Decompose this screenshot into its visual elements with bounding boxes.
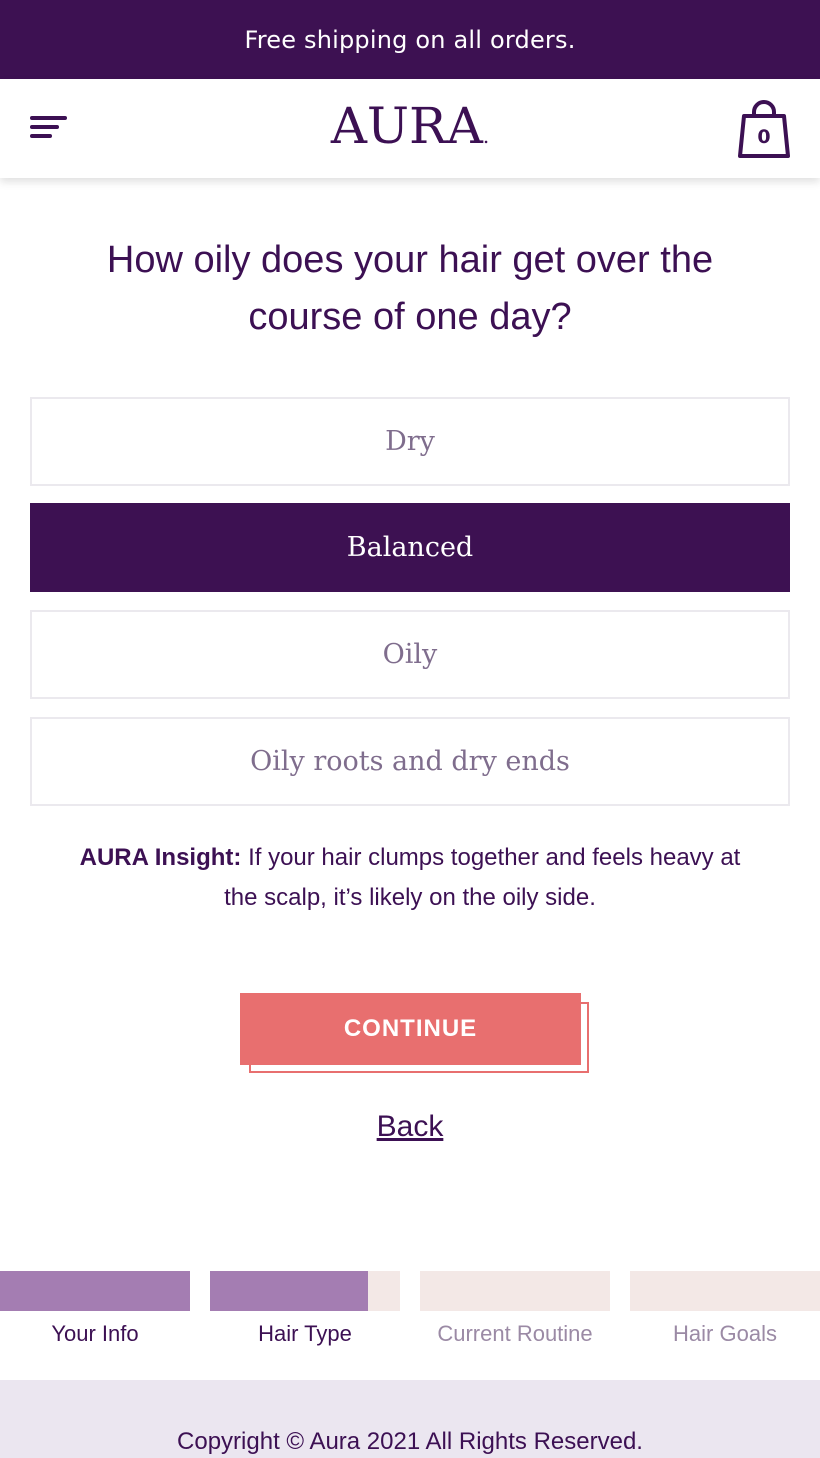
logo-text: AURA	[330, 97, 483, 155]
option-balanced[interactable]: Balanced	[30, 503, 790, 592]
copyright-text: Copyright © Aura 2021 All Rights Reserve…	[177, 1428, 643, 1455]
cart-count-badge: 0	[757, 126, 771, 148]
progress-label-hair-type: Hair Type	[258, 1321, 352, 1346]
option-label: Balanced	[346, 532, 474, 563]
option-oily-roots-dry-ends[interactable]: Oily roots and dry ends	[30, 717, 790, 806]
site-footer: Copyright © Aura 2021 All Rights Reserve…	[0, 1380, 820, 1458]
progress-label-your-info: Your Info	[51, 1321, 139, 1346]
insight-body: If your hair clumps together and feels h…	[224, 844, 741, 911]
site-header: AURA. 0	[0, 79, 820, 178]
progress-label-current-routine: Current Routine	[437, 1321, 593, 1346]
insight-text: AURA Insight: If your hair clumps togeth…	[60, 838, 760, 918]
logo-dot: .	[482, 124, 490, 148]
promo-banner: Free shipping on all orders.	[0, 0, 820, 79]
shopping-bag-icon[interactable]: 0	[738, 100, 790, 160]
option-label: Oily roots and dry ends	[250, 746, 570, 777]
progress-fill	[0, 1271, 190, 1311]
option-oily[interactable]: Oily	[30, 610, 790, 699]
progress-step-current-routine	[420, 1271, 610, 1311]
progress-step-hair-goals	[630, 1271, 820, 1311]
continue-button[interactable]: CONTINUE	[240, 993, 581, 1065]
brand-logo[interactable]: AURA.	[0, 97, 820, 155]
back-link[interactable]: Back	[0, 1110, 820, 1144]
quiz-question: How oily does your hair get over the cou…	[106, 239, 714, 338]
continue-button-group: CONTINUE	[240, 993, 590, 1074]
option-label: Dry	[385, 426, 435, 457]
progress-label-hair-goals: Hair Goals	[673, 1321, 777, 1346]
progress-step-hair-type	[210, 1271, 400, 1311]
option-dry[interactable]: Dry	[30, 397, 790, 486]
insight-title: AURA Insight:	[79, 844, 242, 871]
progress-fill	[210, 1271, 368, 1311]
option-label: Oily	[382, 639, 438, 670]
promo-text: Free shipping on all orders.	[244, 25, 576, 54]
progress-step-your-info	[0, 1271, 190, 1311]
